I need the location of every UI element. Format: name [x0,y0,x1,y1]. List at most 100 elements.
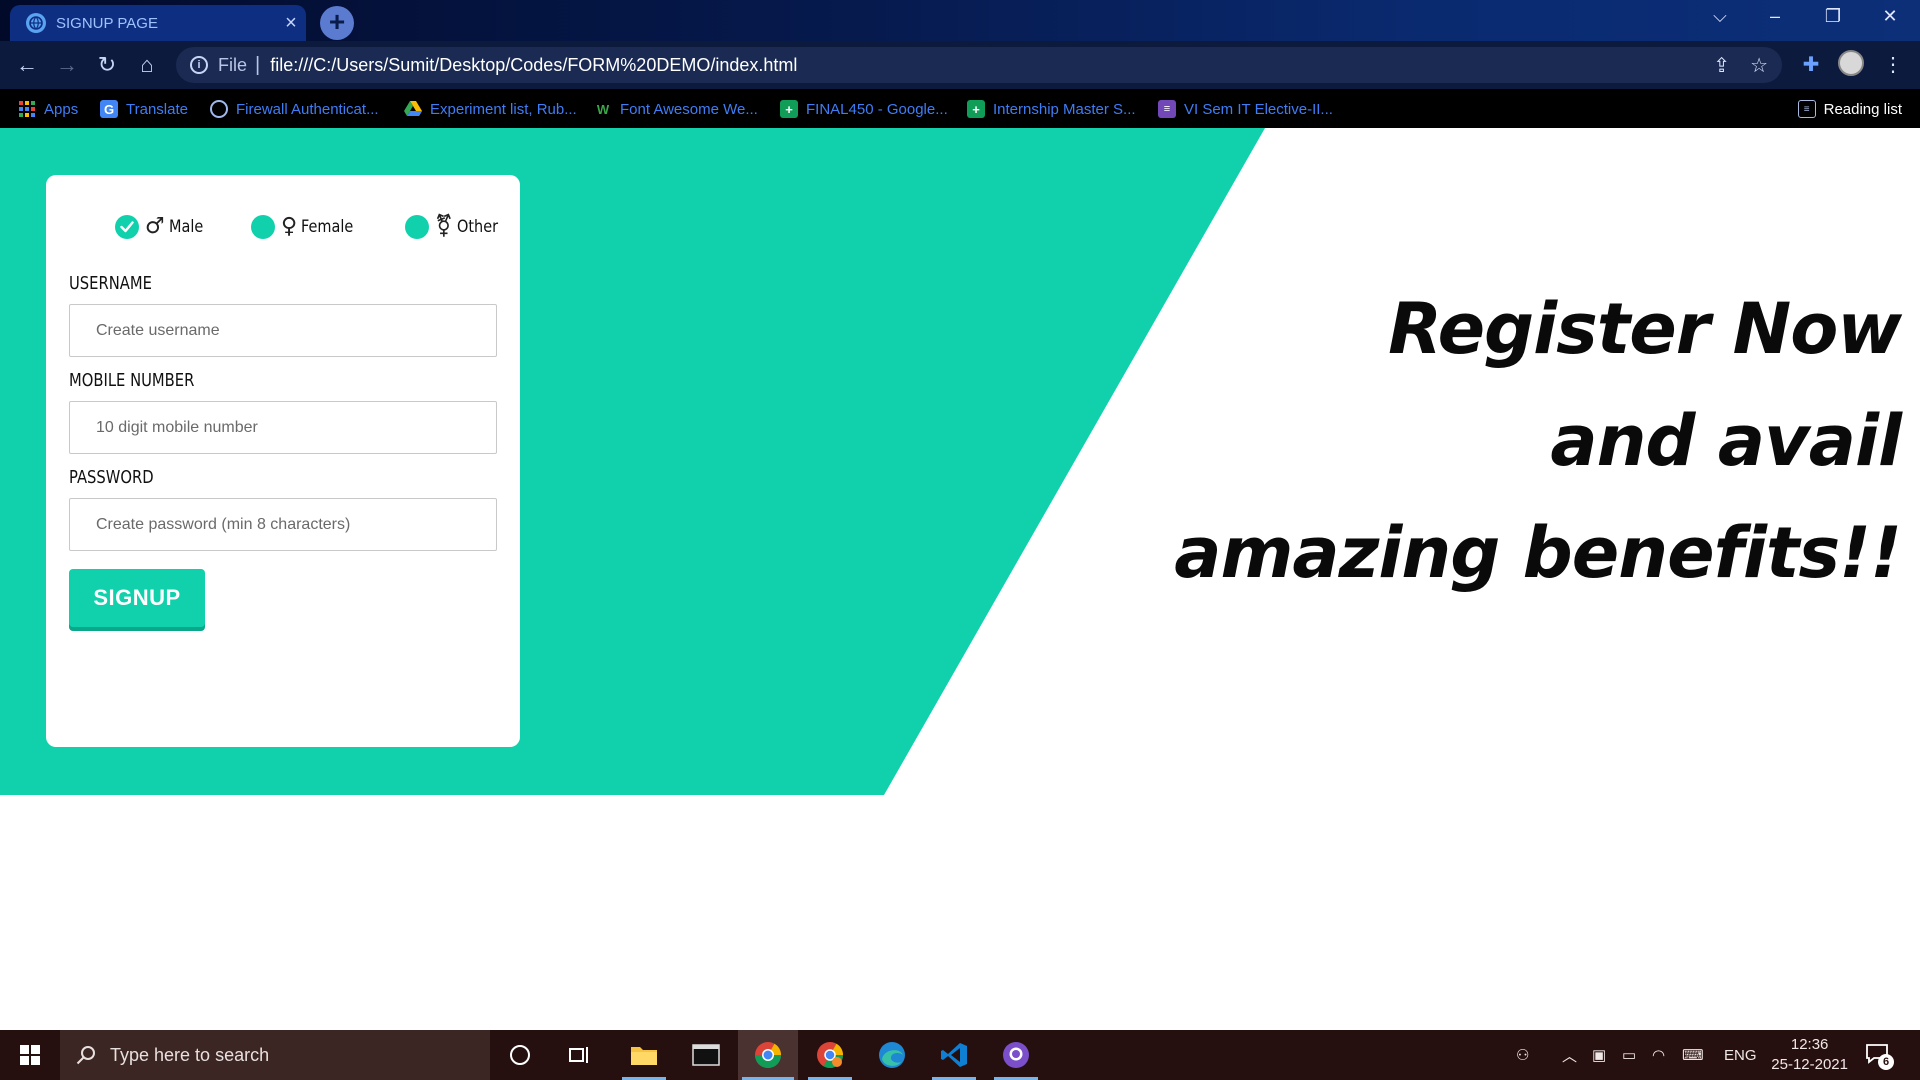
bookmark-apps[interactable]: Apps [18,97,78,121]
bookmark-label: Apps [44,100,79,118]
gender-radio-group: ♂ Male ♀ Female ⚧ Other [115,214,498,239]
restore-button[interactable]: ❐ [1813,6,1853,27]
site-info-icon[interactable]: i [190,56,208,74]
other-gender-symbol-icon: ⚧ [434,214,454,239]
bookmark-label: FINAL450 - Google... [806,100,948,118]
gender-label-female: Female [301,216,354,237]
bookmark-label: Font Awesome We... [620,100,758,118]
reading-list-button[interactable]: ≡ Reading list [1797,97,1902,121]
bookmark-vi-sem[interactable]: ≡ VI Sem IT Elective-II... [1158,97,1333,121]
home-button[interactable]: ⌂ [132,50,162,80]
signup-button[interactable]: SIGNUP [69,569,205,627]
bookmark-final450[interactable]: + FINAL450 - Google... [780,97,948,121]
check-icon [120,220,134,232]
windows-logo-icon [20,1045,40,1065]
start-button[interactable] [0,1030,60,1080]
github-desktop-icon[interactable] [990,1030,1042,1080]
forward-button[interactable]: → [52,50,82,80]
font-awesome-icon: W [596,101,610,117]
radio-unchecked[interactable] [404,214,429,239]
file-explorer-icon[interactable] [618,1030,670,1080]
drive-icon [404,100,422,118]
bookmark-experiment-list[interactable]: Experiment list, Rub... [404,97,577,121]
bookmarks-bar: Apps G Translate Firewall Authenticat...… [0,89,1920,128]
password-input[interactable] [69,498,497,551]
close-tab-icon[interactable]: × [276,12,306,35]
show-hidden-icons-chevron-icon[interactable]: ︿ [1562,1030,1577,1080]
url-text[interactable]: file:///C:/Users/Sumit/Desktop/Codes/FOR… [270,55,797,76]
bookmark-firewall[interactable]: Firewall Authenticat... [210,97,379,121]
male-symbol-icon: ♂ [145,214,165,239]
promo-line-1: Register Now [1388,288,1902,370]
avatar[interactable] [1836,50,1866,80]
globe-icon [26,13,46,33]
language-indicator[interactable]: ENG [1724,1030,1757,1080]
bookmark-label: Internship Master S... [993,100,1136,118]
reload-button[interactable]: ↻ [92,50,122,80]
gender-option-male[interactable]: ♂ Male [115,214,209,239]
active-tab[interactable]: SIGNUP PAGE × [10,5,306,41]
chrome-profile-icon[interactable] [804,1030,856,1080]
vscode-icon[interactable] [928,1030,980,1080]
notification-count-badge: 6 [1878,1054,1894,1070]
promo-line-3: amazing benefits!! [1174,512,1902,594]
radio-checked[interactable] [115,214,139,239]
address-bar[interactable]: i File | file:///C:/Users/Sumit/Desktop/… [176,47,1782,83]
clock-time: 12:36 [1790,1036,1829,1053]
wifi-icon[interactable]: ◠ [1652,1030,1665,1080]
mobile-number-input[interactable] [69,401,497,454]
windows-taskbar: Type here to search ⚇ ︿ ▣ ▭ ◠ ⌨ ENG 12:3… [0,1030,1920,1080]
url-scheme-label: File [218,54,248,75]
reading-list-label: Reading list [1823,100,1902,118]
back-button[interactable]: ← [12,50,42,80]
browser-toolbar: ← → ↻ ⌂ i File | file:///C:/Users/Sumit/… [0,41,1920,89]
meet-now-icon[interactable]: ▣ [1592,1030,1606,1080]
bookmark-label: Firewall Authenticat... [236,100,379,118]
bookmark-internship-master[interactable]: + Internship Master S... [967,97,1136,121]
notifications-button[interactable]: 6 [1866,1030,1894,1080]
close-window-button[interactable]: ✕ [1870,6,1910,27]
gender-label-male: Male [168,216,203,237]
bookmark-translate[interactable]: G Translate [100,97,188,121]
sheets-icon: + [967,100,985,118]
browser-tab-strip: SIGNUP PAGE × + ⌵ – ❐ ✕ [0,0,1920,41]
username-label: USERNAME [69,273,152,294]
signup-form-card: ♂ Male ♀ Female ⚧ Other USERNAME MOBILE … [46,175,520,747]
globe-icon [210,100,228,118]
new-tab-button[interactable]: + [320,6,354,40]
tab-title: SIGNUP PAGE [56,14,158,32]
sheets-icon: + [780,100,798,118]
gender-option-other[interactable]: ⚧ Other [404,214,506,239]
system-clock[interactable]: 12:36 25-12-2021 [1771,1035,1848,1075]
bookmark-label: Translate [126,100,188,118]
people-icon[interactable]: ⚇ [1516,1030,1529,1080]
minimize-button[interactable]: – [1755,6,1795,27]
taskbar-search-box[interactable]: Type here to search [60,1030,490,1080]
translate-icon: G [100,100,118,118]
battery-icon[interactable]: ▭ [1622,1030,1636,1080]
edge-icon[interactable] [866,1030,918,1080]
username-input[interactable] [69,304,497,357]
password-label: PASSWORD [69,467,154,488]
mobile-number-label: MOBILE NUMBER [69,370,195,391]
keyboard-icon[interactable]: ⌨ [1682,1030,1704,1080]
extensions-icon[interactable]: ✚ [1796,50,1826,80]
task-view-icon[interactable] [554,1030,606,1080]
bookmark-star-icon[interactable]: ☆ [1750,53,1768,78]
chrome-icon[interactable] [738,1030,798,1080]
forms-icon: ≡ [1158,100,1176,118]
apps-grid-icon [18,100,36,118]
radio-unchecked[interactable] [251,214,276,239]
tab-search-chevron-icon[interactable]: ⌵ [1700,6,1740,27]
gender-option-female[interactable]: ♀ Female [251,214,363,239]
female-symbol-icon: ♀ [281,214,298,239]
share-icon[interactable]: ⇪ [1713,53,1730,78]
bookmark-font-awesome[interactable]: W Font Awesome We... [594,97,758,121]
search-icon [76,1046,95,1065]
cortana-icon[interactable] [494,1030,546,1080]
promo-line-2: and avail [1550,400,1902,482]
terminal-icon[interactable] [680,1030,732,1080]
menu-kebab-icon[interactable]: ⋮ [1878,50,1908,80]
promo-heading: Register Now and avail amazing benefits!… [1174,273,1902,609]
reading-list-icon: ≡ [1797,100,1816,118]
